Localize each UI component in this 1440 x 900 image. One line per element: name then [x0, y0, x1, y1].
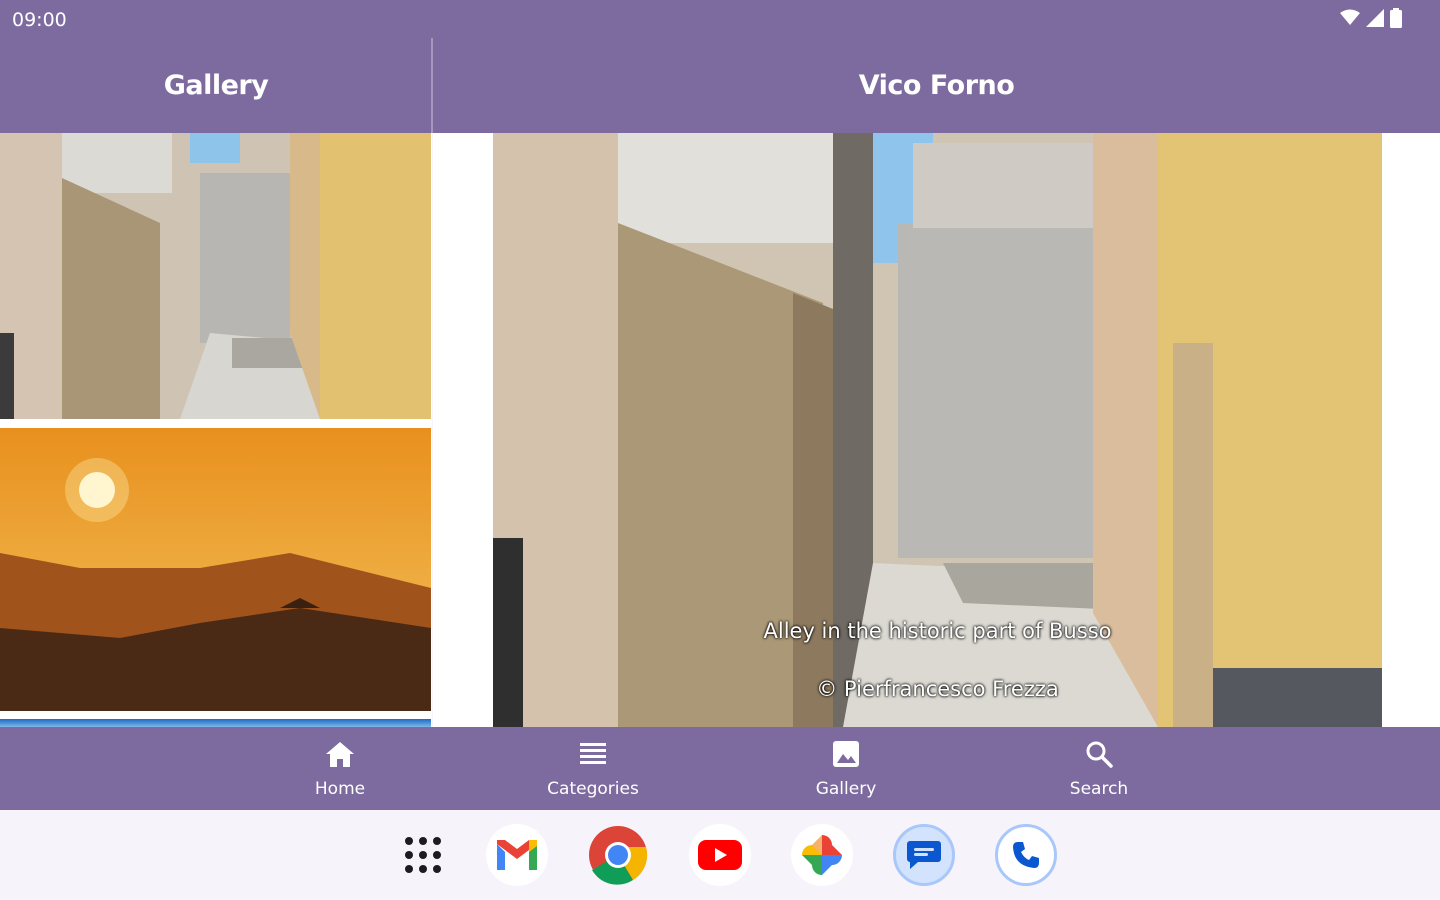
status-icons [1340, 8, 1402, 28]
phone-icon [1013, 842, 1039, 868]
gallery-item-alley[interactable] [0, 133, 431, 419]
gallery-item-partial[interactable] [0, 719, 431, 727]
alley-thumbnail-image [0, 133, 431, 419]
image-icon [833, 741, 859, 767]
chrome-app[interactable] [587, 824, 649, 886]
home-icon [326, 742, 354, 767]
nav-categories-label: Categories [547, 779, 639, 799]
status-time: 09:00 [12, 9, 67, 31]
gallery-list[interactable] [0, 133, 432, 727]
bottom-navigation: Home Categories Gallery Search [0, 727, 1440, 810]
detail-photo[interactable]: Alley in the historic part of Busso © Pi… [493, 133, 1382, 727]
messages-icon [907, 841, 941, 869]
youtube-icon [698, 840, 742, 870]
nav-gallery[interactable]: Gallery [776, 737, 916, 799]
gallery-title: Gallery [163, 70, 269, 101]
wifi-icon [1340, 9, 1360, 25]
battery-icon [1390, 8, 1402, 28]
detail-title: Vico Forno [858, 70, 1015, 101]
app-grid-icon [405, 837, 441, 873]
chrome-icon [589, 826, 648, 885]
search-icon [1086, 741, 1113, 768]
nav-home-label: Home [314, 779, 366, 799]
list-icon [580, 743, 606, 764]
nav-gallery-label: Gallery [815, 779, 877, 799]
phone-app[interactable] [995, 824, 1057, 886]
gmail-icon [497, 840, 537, 870]
gallery-item-sunset[interactable] [0, 428, 431, 711]
photos-app[interactable] [791, 824, 853, 886]
detail-app-bar: Vico Forno [433, 38, 1440, 133]
detail-pane: Alley in the historic part of Busso © Pi… [433, 133, 1440, 727]
photo-credit: © Pierfrancesco Frezza [816, 677, 1059, 701]
photo-caption: Alley in the historic part of Busso [763, 619, 1112, 643]
nav-categories[interactable]: Categories [523, 737, 663, 799]
messages-app[interactable] [893, 824, 955, 886]
nav-home[interactable]: Home [270, 737, 410, 799]
cell-signal-icon [1366, 9, 1384, 27]
nav-search-label: Search [1069, 779, 1129, 799]
status-bar: 09:00 [0, 0, 1440, 38]
taskbar [0, 810, 1440, 900]
sunset-thumbnail-image [0, 428, 431, 711]
photos-icon [802, 835, 842, 875]
gmail-app[interactable] [486, 824, 548, 886]
nav-search[interactable]: Search [1029, 737, 1169, 799]
youtube-app[interactable] [689, 824, 751, 886]
gallery-app-bar: Gallery [0, 38, 432, 133]
app-drawer-button[interactable] [392, 824, 454, 886]
